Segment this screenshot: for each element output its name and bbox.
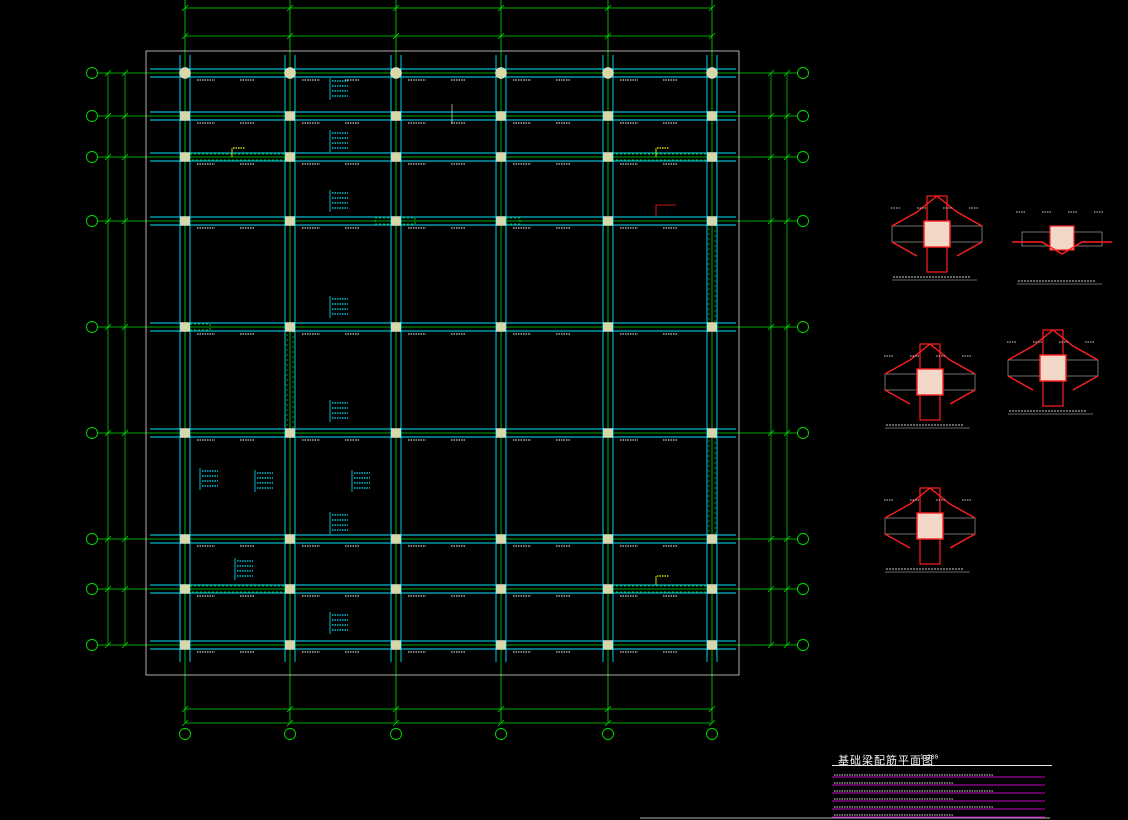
column — [496, 640, 506, 650]
column — [180, 428, 190, 438]
cad-drawing-canvas — [0, 0, 1128, 820]
column — [180, 216, 190, 226]
column — [496, 428, 506, 438]
axis-bubble-bottom-5 — [602, 728, 614, 740]
column — [391, 322, 401, 332]
column-round — [179, 67, 191, 79]
axis-bubble-left-9 — [86, 639, 98, 651]
column — [391, 111, 401, 121]
column — [180, 640, 190, 650]
column — [180, 534, 190, 544]
axis-bubble-right-7 — [797, 533, 809, 545]
column — [603, 322, 613, 332]
detail-column — [1049, 225, 1075, 251]
detail-column — [1039, 354, 1067, 382]
axis-bubble-right-5 — [797, 321, 809, 333]
column — [707, 322, 717, 332]
axis-bubble-right-9 — [797, 639, 809, 651]
column — [603, 584, 613, 594]
column — [707, 111, 717, 121]
detail-column — [916, 368, 944, 396]
column — [603, 152, 613, 162]
column — [496, 152, 506, 162]
column — [285, 216, 295, 226]
axis-bubble-left-7 — [86, 533, 98, 545]
column — [496, 534, 506, 544]
axis-bubble-right-1 — [797, 67, 809, 79]
column — [180, 322, 190, 332]
detail-column — [916, 512, 944, 540]
axis-bubble-bottom-2 — [284, 728, 296, 740]
axis-bubble-right-2 — [797, 110, 809, 122]
column — [285, 584, 295, 594]
column — [391, 216, 401, 226]
axis-bubble-left-5 — [86, 321, 98, 333]
axis-bubble-bottom-3 — [390, 728, 402, 740]
axis-bubble-right-8 — [797, 583, 809, 595]
axis-bubble-right-4 — [797, 215, 809, 227]
column — [496, 584, 506, 594]
column — [285, 534, 295, 544]
axis-bubble-left-8 — [86, 583, 98, 595]
column — [285, 640, 295, 650]
column-round — [284, 67, 296, 79]
title-block: 基础梁配筋平面图 1:100 — [832, 752, 1052, 818]
detail-column — [923, 220, 951, 248]
axis-bubble-bottom-1 — [179, 728, 191, 740]
column — [180, 111, 190, 121]
column — [391, 152, 401, 162]
axis-bubble-left-1 — [86, 67, 98, 79]
axis-bubble-right-3 — [797, 151, 809, 163]
column — [707, 640, 717, 650]
column — [603, 111, 613, 121]
column — [391, 534, 401, 544]
column — [496, 111, 506, 121]
column — [603, 640, 613, 650]
column — [603, 428, 613, 438]
column — [496, 322, 506, 332]
column — [285, 111, 295, 121]
column — [707, 216, 717, 226]
column — [707, 152, 717, 162]
axis-bubble-bottom-6 — [706, 728, 718, 740]
column-round — [495, 67, 507, 79]
column — [707, 584, 717, 594]
axis-bubble-left-3 — [86, 151, 98, 163]
axis-bubble-left-2 — [86, 110, 98, 122]
column-round — [390, 67, 402, 79]
column — [707, 428, 717, 438]
column — [180, 152, 190, 162]
axis-bubble-left-4 — [86, 215, 98, 227]
column — [285, 428, 295, 438]
column-round — [602, 67, 614, 79]
column — [391, 640, 401, 650]
title-underline — [832, 765, 1052, 766]
column — [285, 322, 295, 332]
column — [496, 216, 506, 226]
axis-bubble-right-6 — [797, 427, 809, 439]
column — [603, 534, 613, 544]
column — [285, 152, 295, 162]
column — [707, 534, 717, 544]
column — [391, 428, 401, 438]
axis-bubble-bottom-4 — [495, 728, 507, 740]
drawing-scale: 1:100 — [920, 754, 939, 761]
column-round — [706, 67, 718, 79]
column — [180, 584, 190, 594]
column — [391, 584, 401, 594]
column — [603, 216, 613, 226]
axis-bubble-left-6 — [86, 427, 98, 439]
